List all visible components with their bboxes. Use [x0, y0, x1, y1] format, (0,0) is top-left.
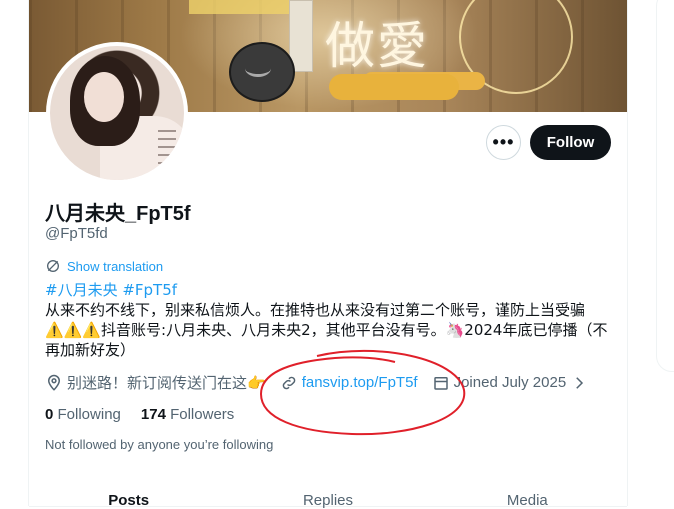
profile-tabs: Posts Replies Media [29, 480, 627, 509]
translate-icon [47, 260, 59, 272]
chevron-right-icon [576, 376, 584, 389]
show-translation-link[interactable]: Show translation [45, 258, 163, 274]
following-stat[interactable]: 0 Following [45, 406, 121, 423]
website-item[interactable]: fansvip.top/FpT5f [280, 374, 418, 392]
avatar-face [84, 72, 124, 122]
joined-item[interactable]: Joined July 2025 [432, 374, 589, 392]
follow-stats: 0 Following 174 Followers [45, 406, 234, 423]
bio-text: 从来不约不线下，别来私信烦人。在推特也从来没有过第二个账号，谨防上当受骗⚠️⚠️… [45, 301, 608, 359]
following-count: 0 [45, 406, 54, 423]
followers-label: Followers [170, 406, 235, 423]
followers-count: 174 [140, 406, 166, 423]
profile-meta: 别迷路！新订阅传送门在这👉 fansvip.top/FpT5f Joined J… [45, 372, 602, 393]
left-gutter [0, 0, 29, 506]
banner-character-illustration [229, 42, 295, 102]
red-annotation-circle [259, 349, 466, 436]
website-link[interactable]: fansvip.top/FpT5f [302, 374, 418, 391]
not-followed-notice: Not followed by anyone you’re following [45, 437, 274, 452]
location-item: 别迷路！新订阅传送门在这👉 [45, 372, 266, 393]
right-sidebar-card [656, 0, 674, 372]
bio-hashtags[interactable]: #八月未央 #FpT5f [45, 281, 177, 299]
tab-replies[interactable]: Replies [228, 480, 427, 509]
display-name: 八月未央_FpT5f [45, 203, 191, 225]
profile-bio: #八月未央 #FpT5f 从来不约不线下，别来私信烦人。在推特也从来没有过第二个… [45, 280, 611, 360]
banner-cloud-decoration [329, 74, 459, 100]
follow-button[interactable]: Follow [530, 125, 611, 160]
avatar-tattoo [158, 130, 176, 170]
followers-stat[interactable]: 174 Followers [141, 406, 234, 423]
more-horizontal-icon: ••• [492, 132, 515, 152]
location-text: 别迷路！新订阅传送门在这👉 [67, 375, 266, 392]
following-label: Following [57, 406, 121, 423]
more-options-button[interactable]: ••• [486, 125, 521, 160]
link-icon [282, 376, 295, 389]
calendar-icon [433, 376, 448, 390]
joined-date: Joined July 2025 [453, 374, 567, 391]
tab-posts[interactable]: Posts [29, 480, 228, 509]
tab-media[interactable]: Media [428, 480, 627, 509]
user-handle: @FpT5fd [45, 225, 108, 242]
banner-neon-text: 做愛 [325, 17, 429, 75]
location-pin-icon [47, 374, 61, 391]
show-translation-label: Show translation [67, 258, 164, 274]
profile-column: 做愛 ••• Follow 八月未央_FpT5f @FpT5fd Show tr… [29, 0, 628, 509]
avatar[interactable] [46, 42, 188, 184]
